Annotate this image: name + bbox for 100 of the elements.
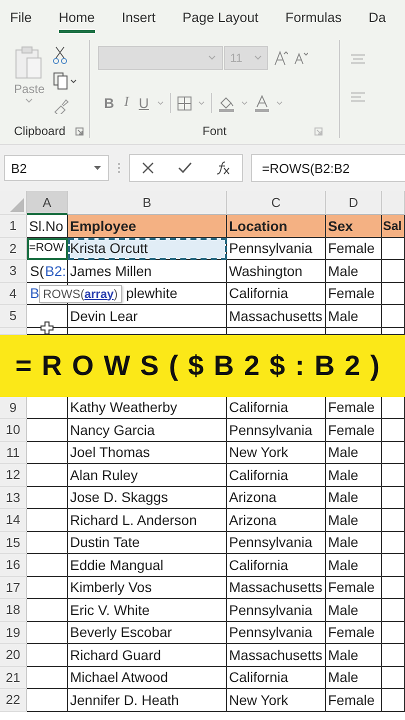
table-cell: Male xyxy=(326,305,382,328)
table-cell xyxy=(382,622,405,644)
row-header[interactable]: 4 xyxy=(0,282,27,305)
table-cell: Richard Guard xyxy=(68,644,227,666)
row-header[interactable]: 19 xyxy=(0,622,27,644)
cancel-icon[interactable] xyxy=(142,162,154,174)
copy-icon[interactable] xyxy=(52,72,77,90)
table-cell: Sex xyxy=(326,215,382,238)
dialog-launcher-icon[interactable] xyxy=(75,126,84,136)
name-box[interactable]: B2 xyxy=(4,155,109,181)
row-header[interactable]: 21 xyxy=(0,666,27,689)
ribbon-tab[interactable]: Da xyxy=(368,4,386,32)
function-tooltip[interactable]: ROWS(array) xyxy=(39,284,122,302)
table-cell: Alan Ruley xyxy=(68,464,227,486)
ribbon-tab[interactable]: File xyxy=(10,4,32,32)
table-cell: Employee xyxy=(68,215,227,238)
row-header[interactable]: 2 xyxy=(0,238,27,260)
column-header[interactable]: A xyxy=(27,191,68,215)
table-cell xyxy=(27,554,68,576)
caret-icon[interactable] xyxy=(276,100,283,106)
table-cell: Massachusetts xyxy=(227,305,326,328)
ribbon-tab[interactable]: Home xyxy=(58,4,95,32)
row-header[interactable]: 5 xyxy=(0,305,27,328)
row-header[interactable]: 16 xyxy=(0,554,27,576)
table-cell: Female xyxy=(326,396,382,419)
table-cell: Male xyxy=(326,644,382,666)
table-cell xyxy=(27,644,68,666)
table-cell xyxy=(27,689,68,712)
row-header[interactable]: 12 xyxy=(0,464,27,486)
table-cell: Jennifer D. Heath xyxy=(68,689,227,712)
caret-icon[interactable] xyxy=(254,55,262,61)
ribbon-tab[interactable]: Page Layout xyxy=(182,4,258,32)
ribbon-tab[interactable]: Formulas xyxy=(285,4,342,32)
table-cell: New York xyxy=(227,689,326,712)
table-cell: Female xyxy=(326,282,382,305)
row-header[interactable]: 15 xyxy=(0,532,27,554)
table-cell: Male xyxy=(326,509,382,532)
row-header[interactable]: 10 xyxy=(0,419,27,442)
align-left-icon[interactable] xyxy=(350,92,366,104)
table-cell: Female xyxy=(326,238,382,260)
align-top-icon[interactable] xyxy=(350,54,366,66)
table-cell xyxy=(382,442,405,464)
table-cell: New York xyxy=(227,442,326,464)
table-cell xyxy=(382,532,405,554)
table-cell: California xyxy=(227,554,326,576)
caret-icon[interactable] xyxy=(25,98,34,104)
group-label: Font xyxy=(202,124,226,138)
fill-color-icon[interactable] xyxy=(218,94,235,112)
table-cell: Female xyxy=(326,689,382,712)
table-cell xyxy=(382,260,405,282)
table-cell xyxy=(382,509,405,532)
table-cell: Eddie Mangual xyxy=(68,554,227,576)
row-header[interactable]: 13 xyxy=(0,486,27,509)
cut-icon[interactable] xyxy=(52,46,67,64)
table-cell: Pennsylvania xyxy=(227,238,326,260)
table-cell xyxy=(27,464,68,486)
table-cell xyxy=(27,442,68,464)
formula-field[interactable]: =ROWS(B2:B2 xyxy=(251,154,405,182)
paste-icon[interactable] xyxy=(14,46,44,80)
row-header[interactable]: 9 xyxy=(0,396,27,419)
row-header[interactable]: 14 xyxy=(0,509,27,532)
borders-icon[interactable] xyxy=(176,96,192,110)
table-cell xyxy=(27,599,68,622)
font-color-icon[interactable] xyxy=(254,94,270,112)
format-painter-icon[interactable] xyxy=(52,98,69,114)
row-header[interactable]: 3 xyxy=(0,260,27,282)
dialog-launcher-icon[interactable] xyxy=(314,126,323,136)
table-cell: Male xyxy=(326,486,382,509)
caret-icon[interactable] xyxy=(208,55,216,61)
row-header[interactable]: 20 xyxy=(0,644,27,666)
row-header[interactable]: 1 xyxy=(0,215,27,238)
shrink-font-icon[interactable] xyxy=(294,51,308,65)
insert-function-icon[interactable] xyxy=(216,161,230,175)
table-cell: Jose D. Skaggs xyxy=(68,486,227,509)
table-cell xyxy=(382,554,405,576)
select-all-icon[interactable] xyxy=(10,198,24,212)
table-cell: Male xyxy=(326,554,382,576)
table-cell: Washington xyxy=(227,260,326,282)
caret-icon[interactable] xyxy=(240,100,248,106)
caret-icon[interactable] xyxy=(198,100,205,106)
enter-check-icon[interactable] xyxy=(178,162,192,174)
caret-icon[interactable] xyxy=(156,100,164,106)
table-cell xyxy=(27,532,68,554)
table-cell: California xyxy=(227,396,326,419)
row-header[interactable]: 17 xyxy=(0,576,27,599)
ribbon-tab[interactable]: Insert xyxy=(122,4,156,32)
table-cell xyxy=(382,419,405,442)
row-header[interactable]: 11 xyxy=(0,442,27,464)
row-header[interactable]: 18 xyxy=(0,599,27,622)
table-cell xyxy=(27,419,68,442)
table-cell: Female xyxy=(326,419,382,442)
row-header[interactable]: 22 xyxy=(0,689,27,712)
table-cell: Eric V. White xyxy=(68,599,227,622)
table-cell: Location xyxy=(227,215,326,238)
font-name-dropdown[interactable] xyxy=(98,46,223,70)
table-cell xyxy=(382,486,405,509)
table-cell: Male xyxy=(326,464,382,486)
banner-text: =ROWS($B2$:B2) xyxy=(15,350,390,382)
grow-font-icon[interactable] xyxy=(274,50,288,66)
table-cell: Pennsylvania xyxy=(227,419,326,442)
